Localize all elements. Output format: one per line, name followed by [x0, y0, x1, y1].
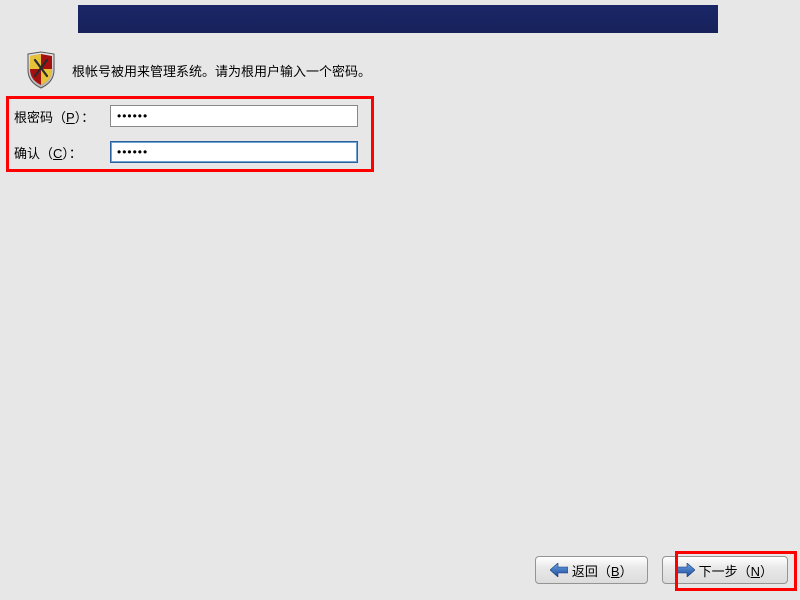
password-input[interactable] [110, 105, 358, 127]
password-label: 根密码（P）： [14, 107, 110, 126]
arrow-right-icon [677, 563, 695, 577]
header-banner [78, 5, 718, 33]
confirm-input[interactable] [110, 141, 358, 163]
next-button-label: 下一步（N） [699, 561, 773, 580]
shield-icon [24, 50, 58, 90]
description-row: 根帐号被用来管理系统。请为根用户输入一个密码。 [24, 50, 371, 90]
button-bar: 返回（B） 下一步（N） [535, 556, 788, 584]
back-button-label: 返回（B） [572, 561, 633, 580]
password-row: 根密码（P）： [14, 104, 358, 128]
back-button[interactable]: 返回（B） [535, 556, 648, 584]
confirm-label: 确认（C）： [14, 143, 110, 162]
next-button[interactable]: 下一步（N） [662, 556, 788, 584]
confirm-row: 确认（C）： [14, 140, 358, 164]
password-form: 根密码（P）： 确认（C）： [14, 104, 358, 176]
arrow-left-icon [550, 563, 568, 577]
description-text: 根帐号被用来管理系统。请为根用户输入一个密码。 [72, 61, 371, 80]
